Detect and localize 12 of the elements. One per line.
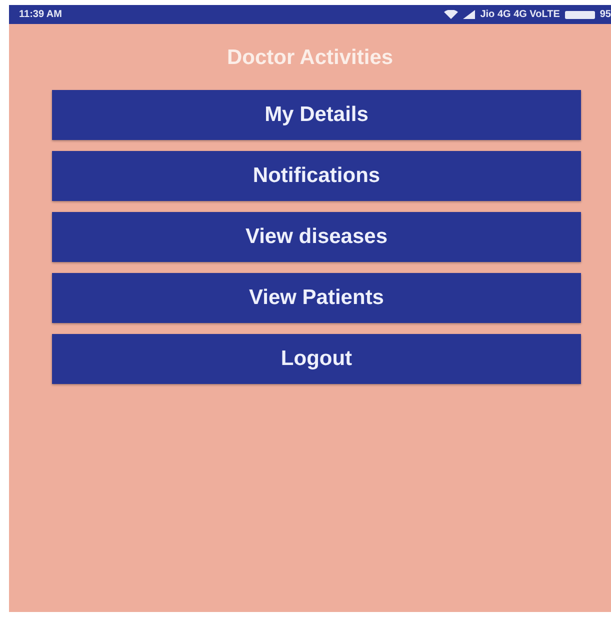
status-time: 11:39 AM bbox=[19, 9, 62, 20]
menu-button[interactable]: Logout bbox=[52, 334, 581, 384]
menu-button[interactable]: My Details bbox=[52, 90, 581, 140]
carrier-label: Jio 4G 4G VoLTE bbox=[480, 9, 560, 20]
battery-icon bbox=[564, 10, 595, 18]
menu-button[interactable]: View diseases bbox=[52, 212, 581, 262]
battery-percent: 95 bbox=[600, 9, 611, 20]
wifi-icon bbox=[444, 10, 458, 19]
signal-icon bbox=[463, 10, 476, 19]
menu-button[interactable]: Notifications bbox=[52, 151, 581, 201]
screen-title: Doctor Activities bbox=[226, 46, 394, 70]
menu-button[interactable]: View Patients bbox=[52, 273, 581, 323]
